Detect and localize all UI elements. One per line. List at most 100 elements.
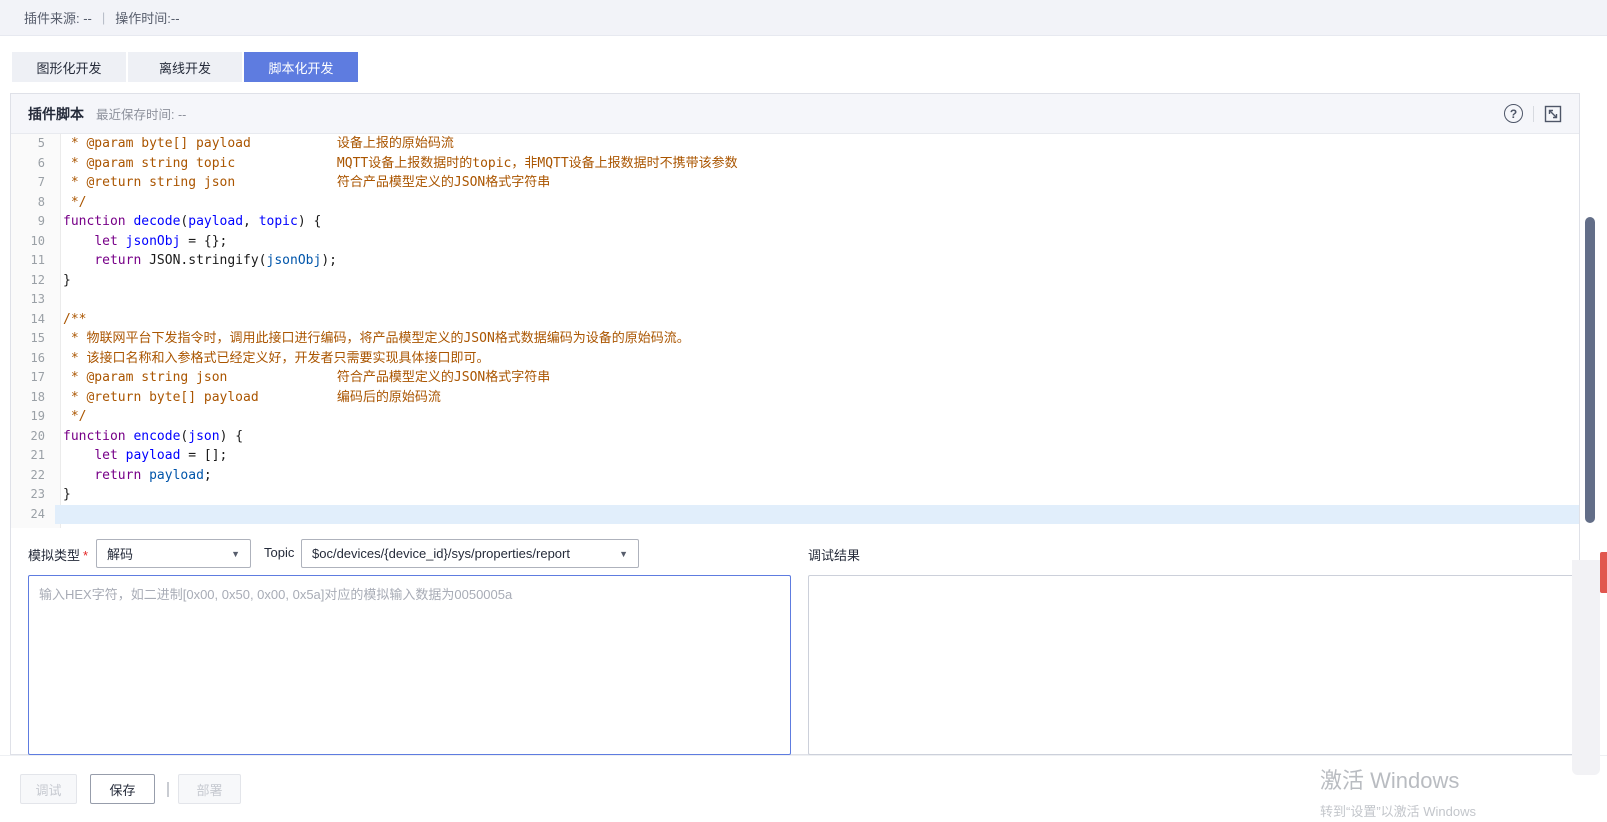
page-root: 插件来源: -- | 操作时间:-- 图形化开发 离线开发 脚本化开发 插件脚本… — [0, 0, 1607, 822]
code-line[interactable]: 12} — [11, 271, 1579, 291]
code-text: * 该接口名称和入参格式已经定义好，开发者只需要实现具体接口即可。 — [55, 349, 489, 369]
debug-button[interactable]: 调试 — [20, 774, 77, 804]
last-saved-label: 最近保存时间: -- — [96, 104, 186, 123]
required-mark: * — [83, 548, 88, 563]
code-line[interactable]: 11 return JSON.stringify(jsonObj); — [11, 251, 1579, 271]
side-panel-shadow — [1572, 560, 1600, 775]
code-text: * @return byte[] payload 编码后的原始码流 — [55, 388, 441, 408]
code-line[interactable]: 14/** — [11, 310, 1579, 330]
line-number: 12 — [11, 271, 55, 291]
code-text: * @param string topic MQTT设备上报数据时的topic，… — [55, 154, 738, 174]
watermark-line1: 激活 Windows — [1320, 763, 1476, 795]
code-line[interactable]: 21 let payload = []; — [11, 446, 1579, 466]
code-text: return JSON.stringify(jsonObj); — [55, 251, 337, 271]
watermark-line2: 转到“设置”以激活 Windows — [1320, 801, 1476, 820]
line-number: 8 — [11, 193, 55, 213]
code-line[interactable]: 8 */ — [11, 193, 1579, 213]
code-text: * @return string json 符合产品模型定义的JSON格式字符串 — [55, 173, 550, 193]
code-text: return payload; — [55, 466, 212, 486]
panel-header: 插件脚本 最近保存时间: -- ? — [11, 94, 1579, 134]
code-line[interactable]: 17 * @param string json 符合产品模型定义的JSON格式字… — [11, 368, 1579, 388]
help-icon[interactable]: ? — [1504, 104, 1523, 123]
simulate-type-select[interactable]: 解码 ▼ — [96, 539, 251, 568]
line-number: 17 — [11, 368, 55, 388]
save-button[interactable]: 保存 — [90, 774, 155, 804]
line-number: 20 — [11, 427, 55, 447]
code-line[interactable]: 24 — [11, 505, 1579, 525]
hex-input[interactable] — [28, 575, 791, 755]
code-line[interactable]: 5 * @param byte[] payload 设备上报的原始码流 — [11, 134, 1579, 154]
tab-script-dev[interactable]: 脚本化开发 — [244, 52, 358, 82]
topic-value: $oc/devices/{device_id}/sys/properties/r… — [312, 546, 570, 561]
line-number: 14 — [11, 310, 55, 330]
code-line[interactable]: 7 * @return string json 符合产品模型定义的JSON格式字… — [11, 173, 1579, 193]
code-text: } — [55, 271, 71, 291]
code-editor[interactable]: 5 * @param byte[] payload 设备上报的原始码流6 * @… — [11, 134, 1579, 528]
line-number: 9 — [11, 212, 55, 232]
code-text: /** — [55, 310, 86, 330]
header-icons: ? — [1504, 104, 1562, 123]
code-text: let jsonObj = {}; — [55, 232, 227, 252]
line-number: 7 — [11, 173, 55, 193]
code-line[interactable]: 16 * 该接口名称和入参格式已经定义好，开发者只需要实现具体接口即可。 — [11, 349, 1579, 369]
simulate-type-value: 解码 — [107, 544, 133, 563]
code-text: function decode(payload, topic) { — [55, 212, 321, 232]
deploy-button[interactable]: 部署 — [178, 774, 241, 804]
code-line[interactable]: 18 * @return byte[] payload 编码后的原始码流 — [11, 388, 1579, 408]
code-text: * @param byte[] payload 设备上报的原始码流 — [55, 134, 454, 154]
separator: | — [102, 10, 105, 25]
line-number: 22 — [11, 466, 55, 486]
debug-result-label: 调试结果 — [808, 545, 860, 564]
code-line[interactable]: 15 * 物联网平台下发指令时，调用此接口进行编码，将产品模型定义的JSON格式… — [11, 329, 1579, 349]
feedback-edge-tab[interactable] — [1600, 552, 1607, 593]
line-number: 24 — [11, 505, 55, 525]
code-text: * 物联网平台下发指令时，调用此接口进行编码，将产品模型定义的JSON格式数据编… — [55, 329, 690, 349]
operation-time-label: 操作时间:-- — [115, 8, 179, 27]
chevron-down-icon: ▼ — [619, 549, 628, 559]
top-info-bar: 插件来源: -- | 操作时间:-- — [0, 0, 1607, 36]
icon-divider — [1533, 106, 1534, 122]
line-number: 11 — [11, 251, 55, 271]
tab-offline-dev[interactable]: 离线开发 — [128, 52, 242, 82]
topic-label: Topic — [264, 545, 294, 560]
tab-graphical-dev[interactable]: 图形化开发 — [12, 52, 126, 82]
line-number: 6 — [11, 154, 55, 174]
line-number: 16 — [11, 349, 55, 369]
line-number: 21 — [11, 446, 55, 466]
line-number: 10 — [11, 232, 55, 252]
simulate-type-label: 模拟类型* — [28, 545, 88, 564]
topic-select[interactable]: $oc/devices/{device_id}/sys/properties/r… — [301, 539, 639, 568]
line-number: 19 — [11, 407, 55, 427]
code-text: * @param string json 符合产品模型定义的JSON格式字符串 — [55, 368, 550, 388]
code-line[interactable]: 6 * @param string topic MQTT设备上报数据时的topi… — [11, 154, 1579, 174]
plugin-source-label: 插件来源: -- — [24, 8, 92, 27]
code-line[interactable]: 22 return payload; — [11, 466, 1579, 486]
code-text: } — [55, 485, 71, 505]
code-line[interactable]: 23} — [11, 485, 1579, 505]
code-line[interactable]: 10 let jsonObj = {}; — [11, 232, 1579, 252]
button-divider — [167, 782, 169, 797]
line-number: 15 — [11, 329, 55, 349]
code-line[interactable]: 20function encode(json) { — [11, 427, 1579, 447]
code-text: let payload = []; — [55, 446, 227, 466]
editor-lines: 5 * @param byte[] payload 设备上报的原始码流6 * @… — [11, 134, 1579, 524]
line-number: 13 — [11, 290, 55, 310]
code-text: */ — [55, 193, 86, 213]
line-number: 18 — [11, 388, 55, 408]
debug-result-box — [808, 575, 1578, 755]
simulate-type-text: 模拟类型 — [28, 548, 80, 563]
line-number: 23 — [11, 485, 55, 505]
chevron-down-icon: ▼ — [231, 549, 240, 559]
windows-watermark: 激活 Windows 转到“设置”以激活 Windows — [1320, 763, 1476, 820]
panel-title: 插件脚本 — [28, 104, 84, 124]
page-scrollbar[interactable] — [1585, 217, 1595, 523]
code-line[interactable]: 13 — [11, 290, 1579, 310]
code-line[interactable]: 9function decode(payload, topic) { — [11, 212, 1579, 232]
code-line[interactable]: 19 */ — [11, 407, 1579, 427]
code-text: function encode(json) { — [55, 427, 243, 447]
code-text: */ — [55, 407, 86, 427]
plugin-script-panel: 插件脚本 最近保存时间: -- ? 5 * @param byte[] payl… — [10, 93, 1580, 755]
dev-mode-tabs: 图形化开发 离线开发 脚本化开发 — [12, 52, 358, 82]
line-number: 5 — [11, 134, 55, 154]
fullscreen-icon[interactable] — [1544, 105, 1562, 123]
